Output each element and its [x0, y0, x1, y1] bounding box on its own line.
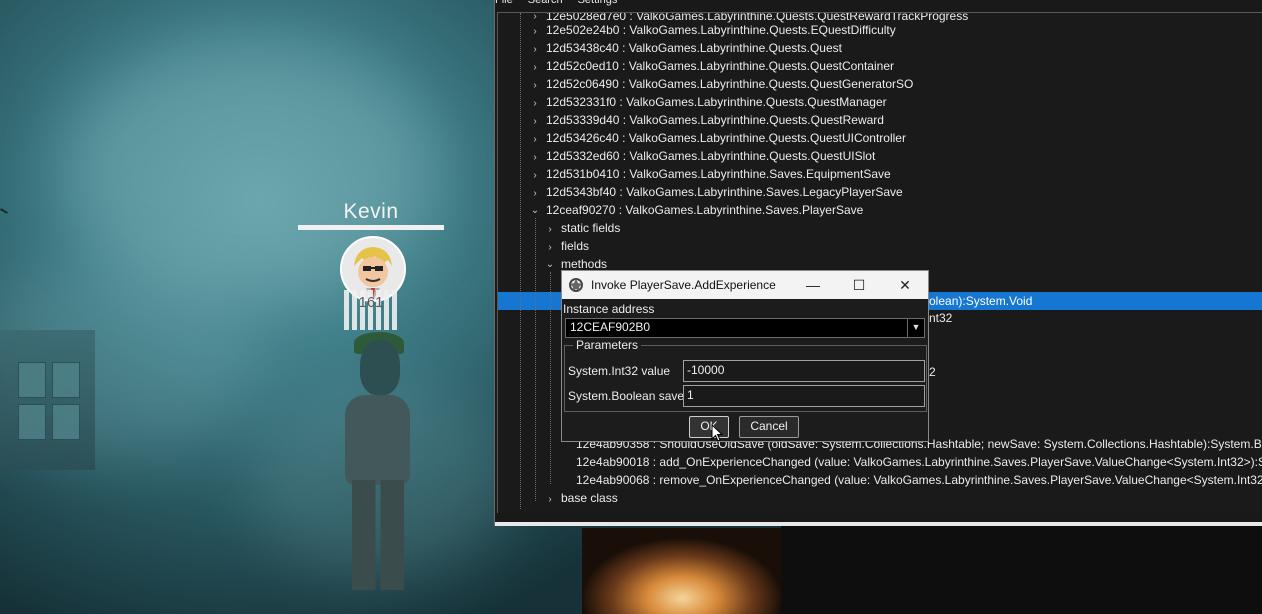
menu-file[interactable]: File — [495, 0, 513, 10]
instance-address-value: 12CEAF902B0 — [570, 320, 651, 334]
method-row[interactable]: 12e4ab90068 : remove_OnExperienceChanged… — [576, 471, 1262, 489]
locker-door — [52, 404, 80, 440]
param-value-text: -10000 — [687, 363, 725, 377]
menu-settings[interactable]: Settings — [578, 0, 618, 10]
expand-arrow-icon[interactable]: › — [530, 170, 540, 181]
expand-arrow-icon[interactable]: › — [530, 80, 540, 91]
window-bottom-border — [495, 522, 1262, 526]
player-level: 161 — [358, 294, 384, 311]
parameters-group: Parameters System.Int32 value -10000 Sys… — [564, 338, 927, 412]
player-character — [330, 332, 420, 590]
locker-door — [18, 362, 46, 398]
expand-arrow-icon[interactable]: › — [545, 224, 555, 235]
method-row[interactable]: 12e4ab90018 : add_OnExperienceChanged (v… — [576, 453, 1262, 471]
chevron-down-icon[interactable]: ▼ — [907, 319, 924, 337]
instance-address-label: Instance address — [563, 302, 655, 316]
tree-guide-line — [535, 218, 536, 501]
character-legs — [352, 480, 404, 590]
tree-row[interactable]: 12e502e24b0 : ValkoGames.Labyrinthine.Qu… — [546, 21, 896, 39]
cancel-button[interactable]: Cancel — [739, 416, 799, 438]
dark-area — [781, 526, 1262, 614]
tree-branch — [0, 208, 8, 214]
expand-arrow-icon[interactable]: › — [530, 26, 540, 37]
tree-row[interactable]: 12d52c0ed10 : ValkoGames.Labyrinthine.Qu… — [546, 57, 894, 75]
row-fragment-int32: nt32 — [929, 311, 953, 325]
tree-row[interactable]: 12d532331f0 : ValkoGames.Labyrinthine.Qu… — [546, 93, 887, 111]
ok-button[interactable]: OK — [689, 416, 729, 438]
cheat-engine-app-icon — [569, 278, 583, 292]
mouse-cursor-icon — [711, 424, 723, 442]
expand-arrow-icon[interactable]: › — [545, 494, 555, 505]
instance-address-select[interactable]: 12CEAF902B0 ▼ — [565, 318, 925, 338]
tree-row-static-fields[interactable]: static fields — [561, 219, 620, 237]
collapse-arrow-icon[interactable]: ⌄ — [530, 205, 540, 216]
maximize-icon[interactable]: ☐ — [836, 271, 882, 299]
expand-arrow-icon[interactable]: › — [530, 134, 540, 145]
player-name-tag: Kevin — [343, 200, 399, 223]
menu-search[interactable]: Search — [528, 0, 563, 10]
tree-row[interactable]: 12d53339d40 : ValkoGames.Labyrinthine.Qu… — [546, 111, 884, 129]
param-value-input[interactable]: -10000 — [683, 360, 925, 382]
name-underline — [298, 225, 444, 230]
locker-door — [18, 404, 46, 440]
tree-row[interactable]: 12d5332ed60 : ValkoGames.Labyrinthine.Qu… — [546, 147, 875, 165]
tree-row-fields[interactable]: fields — [561, 237, 589, 255]
expand-arrow-icon[interactable]: › — [530, 116, 540, 127]
tree-guide-line — [520, 13, 521, 509]
minimize-icon[interactable]: — — [790, 271, 836, 299]
dialog-title: Invoke PlayerSave.AddExperience — [591, 278, 776, 292]
tree-row[interactable]: 12d53438c40 : ValkoGames.Labyrinthine.Qu… — [546, 39, 842, 57]
expand-arrow-icon[interactable]: › — [530, 44, 540, 55]
row-fragment: 2 — [929, 365, 936, 379]
expand-arrow-icon[interactable]: › — [530, 13, 540, 22]
expand-arrow-icon[interactable]: › — [530, 152, 540, 163]
param-save-text: 1 — [687, 388, 694, 402]
tree-row[interactable]: 12d5343bf40 : ValkoGames.Labyrinthine.Sa… — [546, 183, 903, 201]
inspector-window: File Search Settings › 12e5028ed7e0 : Va… — [494, 0, 1262, 526]
character-head — [360, 340, 400, 395]
tree-guide-line — [550, 272, 551, 484]
menu-bar: File Search Settings — [495, 0, 617, 10]
parameters-label: Parameters — [573, 338, 642, 352]
invoke-method-dialog: Invoke PlayerSave.AddExperience — ☐ ✕ In… — [561, 270, 929, 442]
selected-row-fragment: olean):System.Void — [929, 294, 1033, 308]
tree-row-base-class[interactable]: base class — [561, 489, 618, 507]
locker-door — [52, 362, 80, 398]
tree-row[interactable]: 12d531b0410 : ValkoGames.Labyrinthine.Sa… — [546, 165, 891, 183]
character-body — [345, 395, 410, 485]
param-label-save: System.Boolean save — [568, 389, 685, 403]
collapse-arrow-icon[interactable]: ⌄ — [545, 259, 555, 270]
param-save-input[interactable]: 1 — [683, 385, 925, 407]
param-label-value: System.Int32 value — [568, 364, 671, 378]
lockers — [0, 330, 95, 470]
dialog-title-bar[interactable]: Invoke PlayerSave.AddExperience — ☐ ✕ — [562, 271, 928, 299]
campfire — [582, 528, 782, 614]
tree-row[interactable]: 12d53426c40 : ValkoGames.Labyrinthine.Qu… — [546, 129, 906, 147]
close-icon[interactable]: ✕ — [882, 271, 928, 299]
expand-arrow-icon[interactable]: › — [530, 188, 540, 199]
tree-row[interactable]: 12d52c06490 : ValkoGames.Labyrinthine.Qu… — [546, 75, 913, 93]
expand-arrow-icon[interactable]: › — [530, 98, 540, 109]
tree-row-playersave[interactable]: 12ceaf90270 : ValkoGames.Labyrinthine.Sa… — [546, 201, 863, 219]
expand-arrow-icon[interactable]: › — [530, 62, 540, 73]
expand-arrow-icon[interactable]: › — [545, 242, 555, 253]
